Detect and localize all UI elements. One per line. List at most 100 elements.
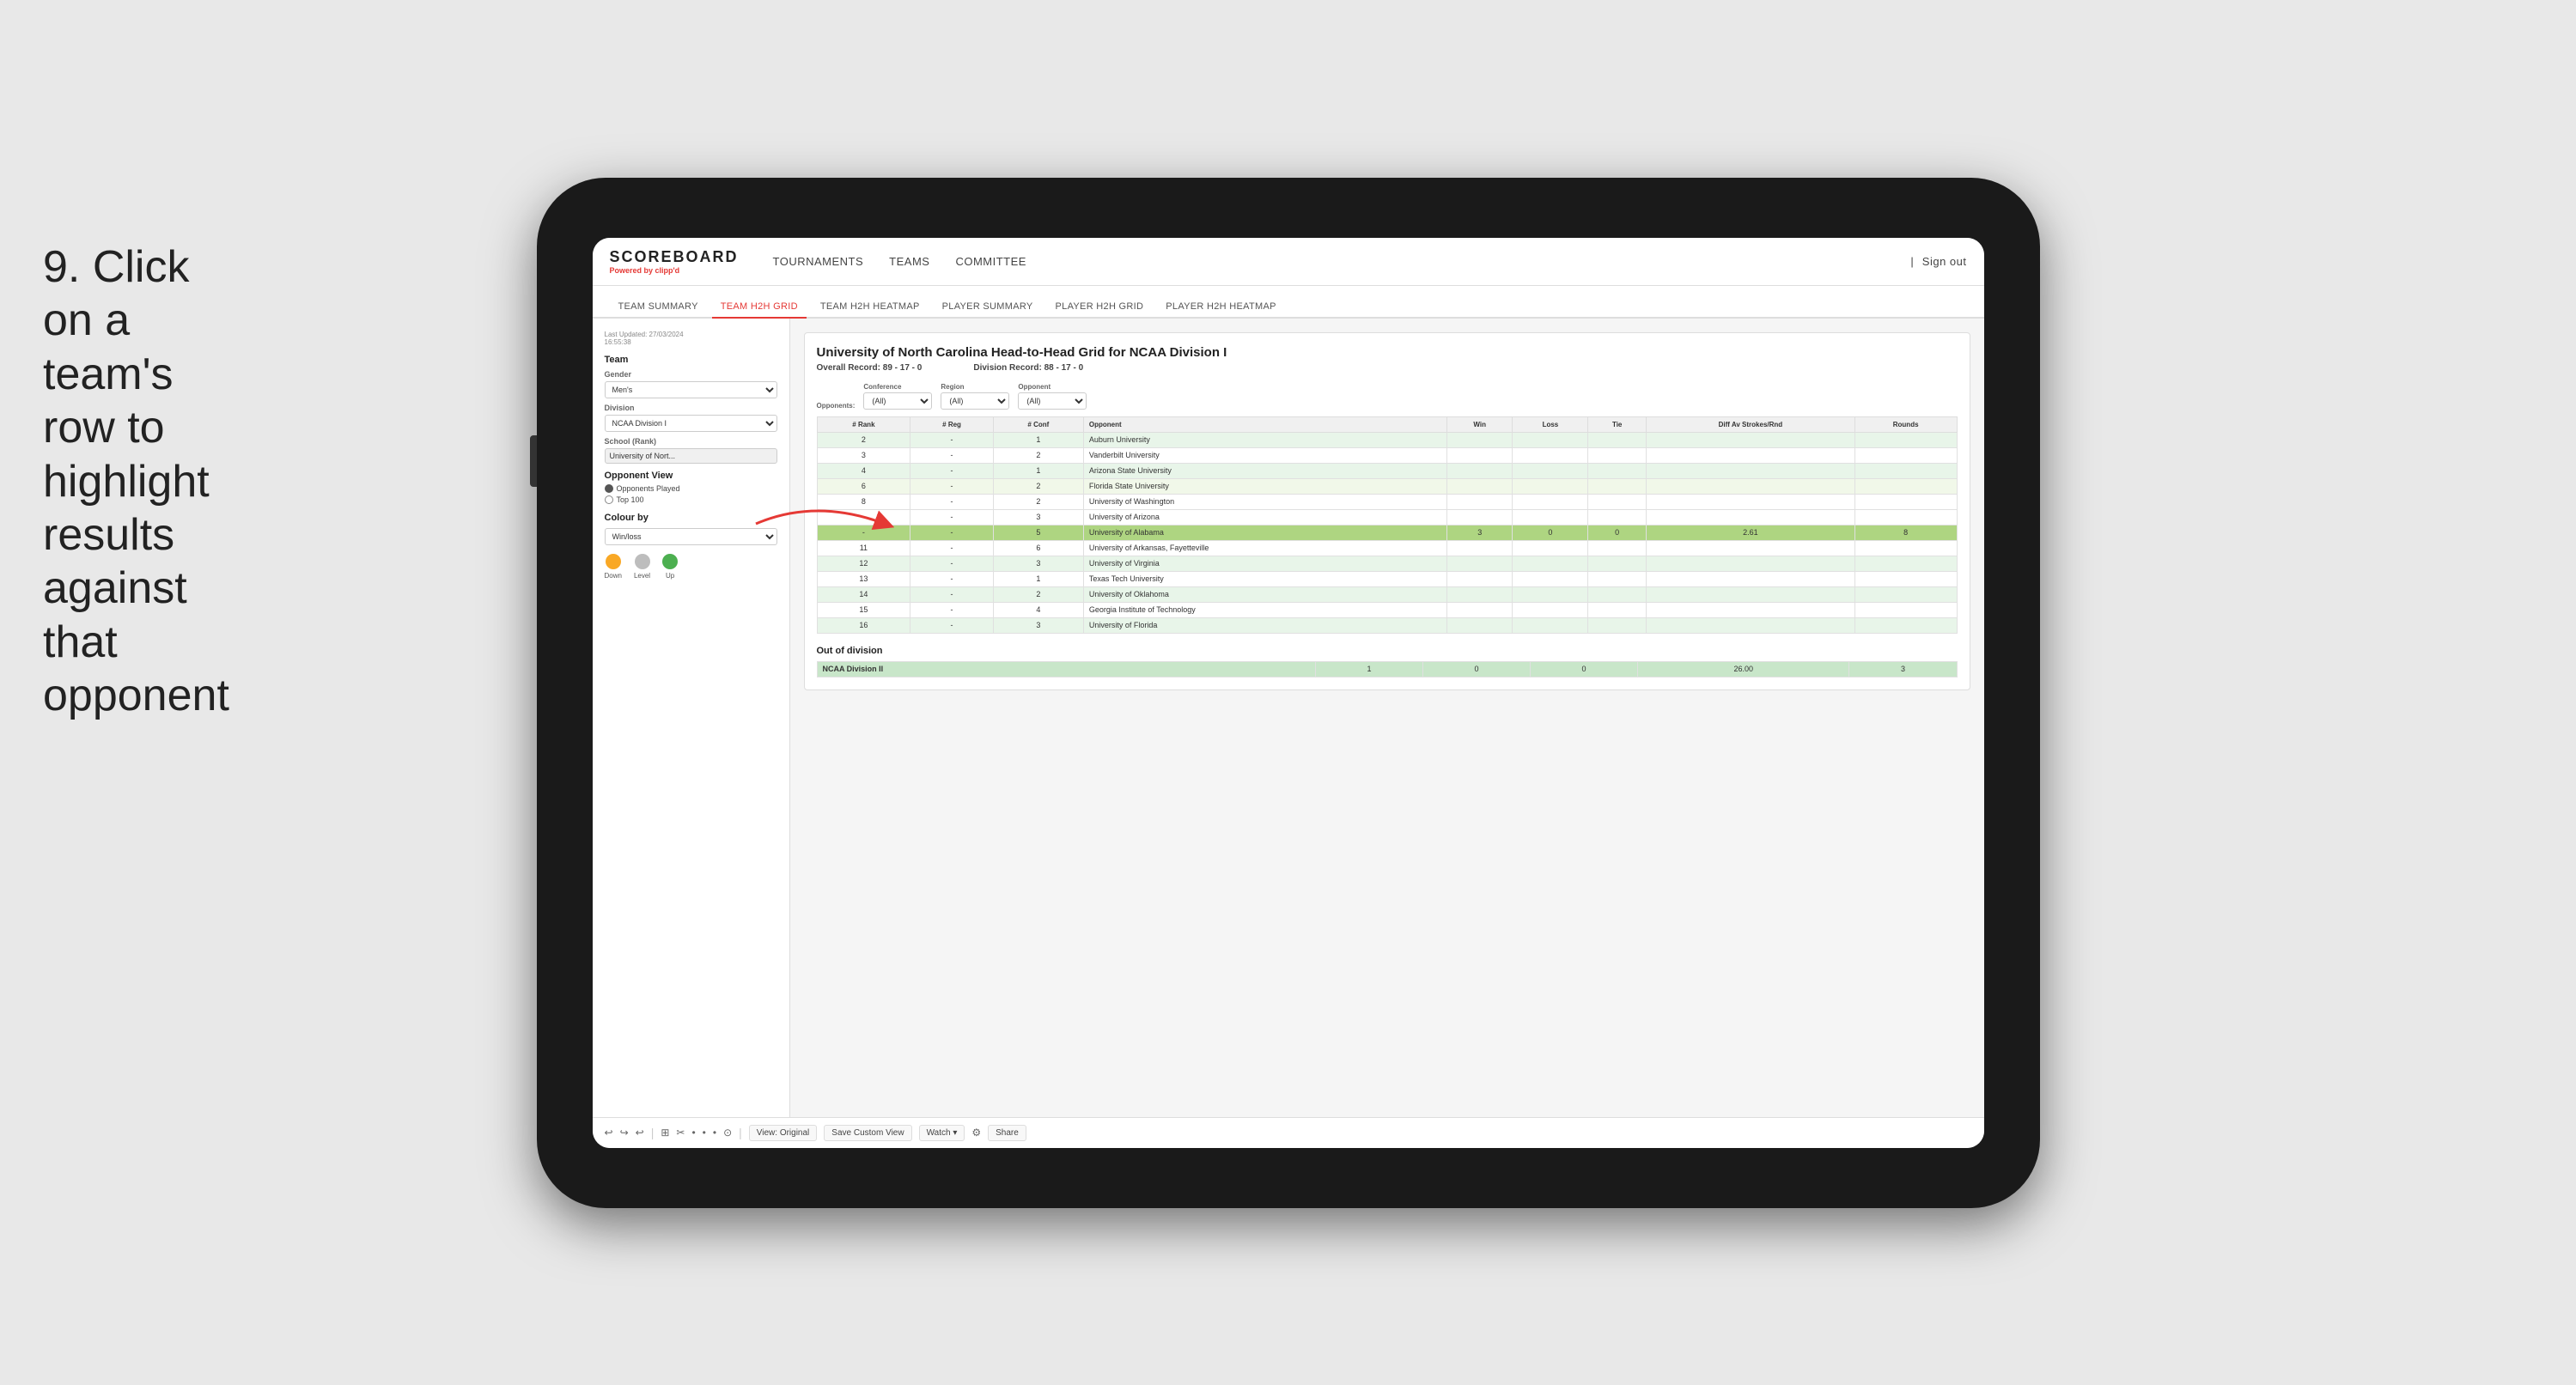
nav-links: TOURNAMENTS TEAMS COMMITTEE (773, 252, 1885, 271)
subnav-player-h2h-grid[interactable]: PLAYER H2H GRID (1047, 296, 1153, 319)
table-header-row: # Rank # Reg # Conf Opponent Win Loss Ti… (817, 416, 1957, 432)
table-row[interactable]: --3University of Arizona (817, 509, 1957, 525)
cell: 8 (1854, 525, 1957, 540)
cell (1513, 478, 1588, 494)
table-row[interactable]: 8-2University of Washington (817, 494, 1957, 509)
out-of-division-row[interactable]: NCAA Division II 1 0 0 26.00 3 (817, 661, 1957, 677)
cell (1588, 478, 1647, 494)
nav-committee[interactable]: COMMITTEE (955, 252, 1026, 271)
conference-filter-select[interactable]: (All) (863, 392, 932, 410)
cell (1647, 494, 1855, 509)
cell (1647, 571, 1855, 586)
watch-btn[interactable]: Watch ▾ (919, 1125, 965, 1141)
radio-top100[interactable]: Top 100 (605, 495, 777, 504)
cell: 3 (1446, 525, 1513, 540)
cell: - (910, 525, 994, 540)
cell (1588, 602, 1647, 617)
legend-row: Down Level Up (605, 554, 777, 580)
cell (1513, 617, 1588, 633)
radio-opponents-played[interactable]: Opponents Played (605, 484, 777, 493)
grid-icon[interactable]: ⊞ (661, 1127, 669, 1139)
cell: 11 (817, 540, 910, 556)
logo-scoreboard: SCOREBOARD (610, 248, 739, 266)
cell: 3 (993, 509, 1083, 525)
cell (1854, 586, 1957, 602)
cell: 2 (993, 494, 1083, 509)
cell (1647, 602, 1855, 617)
cell: 1 (993, 463, 1083, 478)
logo-powered: Powered by clipp'd (610, 266, 739, 275)
cell (1854, 463, 1957, 478)
cell: - (910, 540, 994, 556)
share-btn[interactable]: Share (988, 1125, 1026, 1141)
record-row: Overall Record: 89 - 17 - 0 Division Rec… (817, 363, 1958, 373)
colour-select[interactable]: Win/loss (605, 528, 777, 545)
nav-teams[interactable]: TEAMS (889, 252, 929, 271)
subnav-team-summary[interactable]: TEAM SUMMARY (610, 296, 707, 319)
step-number: 9. (43, 242, 93, 292)
table-row[interactable]: 4-1Arizona State University (817, 463, 1957, 478)
table-row[interactable]: 6-2Florida State University (817, 478, 1957, 494)
legend-dot-level (635, 554, 650, 569)
dot1-icon[interactable]: • (691, 1127, 695, 1139)
grid-container: University of North Carolina Head-to-Hea… (804, 332, 1970, 690)
dot2-icon[interactable]: • (703, 1127, 706, 1139)
nav-right: | Sign out (1910, 252, 1966, 271)
division-select[interactable]: NCAA Division I (605, 415, 777, 432)
circle-icon[interactable]: ⊙ (723, 1127, 732, 1139)
save-custom-btn[interactable]: Save Custom View (824, 1125, 911, 1141)
cell: 4 (993, 602, 1083, 617)
opponent-filter-select[interactable]: (All) (1018, 392, 1087, 410)
redo-icon[interactable]: ↪ (620, 1127, 629, 1139)
cell: 8 (817, 494, 910, 509)
view-original-btn[interactable]: View: Original (749, 1125, 818, 1141)
cell (1854, 571, 1957, 586)
nav-tournaments[interactable]: TOURNAMENTS (773, 252, 864, 271)
region-filter-label: Region (941, 383, 1009, 391)
toolbar-sep1: | (651, 1126, 655, 1139)
settings-icon[interactable]: ⚙ (971, 1127, 981, 1139)
cell (1588, 447, 1647, 463)
subnav-player-h2h-heatmap[interactable]: PLAYER H2H HEATMAP (1157, 296, 1284, 319)
cell (1588, 540, 1647, 556)
subnav-team-h2h-grid[interactable]: TEAM H2H GRID (712, 296, 807, 319)
cell: 4 (817, 463, 910, 478)
cell: 13 (817, 571, 910, 586)
cell: - (910, 586, 994, 602)
back-icon[interactable]: ↩ (636, 1127, 644, 1139)
table-row[interactable]: 13-1Texas Tech University (817, 571, 1957, 586)
opponents-label: Opponents: (817, 402, 856, 410)
cell (1446, 617, 1513, 633)
opponent-name-cell: University of Washington (1083, 494, 1446, 509)
table-row[interactable]: 15-4Georgia Institute of Technology (817, 602, 1957, 617)
subnav-player-summary[interactable]: PLAYER SUMMARY (934, 296, 1042, 319)
cell: - (910, 602, 994, 617)
table-row[interactable]: 16-3University of Florida (817, 617, 1957, 633)
th-tie: Tie (1588, 416, 1647, 432)
subnav-team-h2h-heatmap[interactable]: TEAM H2H HEATMAP (812, 296, 929, 319)
sign-out-link[interactable]: Sign out (1922, 252, 1967, 271)
cut-icon[interactable]: ✂ (676, 1127, 685, 1139)
cell (1647, 447, 1855, 463)
table-row[interactable]: 14-2University of Oklahoma (817, 586, 1957, 602)
opponent-name-cell: University of Alabama (1083, 525, 1446, 540)
navbar: SCOREBOARD Powered by clipp'd TOURNAMENT… (593, 238, 1984, 286)
table-row[interactable]: 2-1Auburn University (817, 432, 1957, 447)
table-row[interactable]: 11-6University of Arkansas, Fayetteville (817, 540, 1957, 556)
cell (1854, 432, 1957, 447)
dot3-icon[interactable]: • (713, 1127, 716, 1139)
cell (1446, 447, 1513, 463)
region-filter-select[interactable]: (All) (941, 392, 1009, 410)
division-record: Division Record: 88 - 17 - 0 (973, 363, 1083, 373)
table-row[interactable]: 3-2Vanderbilt University (817, 447, 1957, 463)
gender-select[interactable]: Men's (605, 381, 777, 398)
table-row[interactable]: 12-3University of Virginia (817, 556, 1957, 571)
cell (1854, 556, 1957, 571)
undo-icon[interactable]: ↩ (605, 1127, 613, 1139)
cell: - (910, 447, 994, 463)
cell: 3 (817, 447, 910, 463)
out-loss: 0 (1423, 661, 1531, 677)
out-diff: 26.00 (1637, 661, 1848, 677)
team-label: Team (605, 355, 777, 365)
table-row[interactable]: --5University of Alabama3002.618 (817, 525, 1957, 540)
